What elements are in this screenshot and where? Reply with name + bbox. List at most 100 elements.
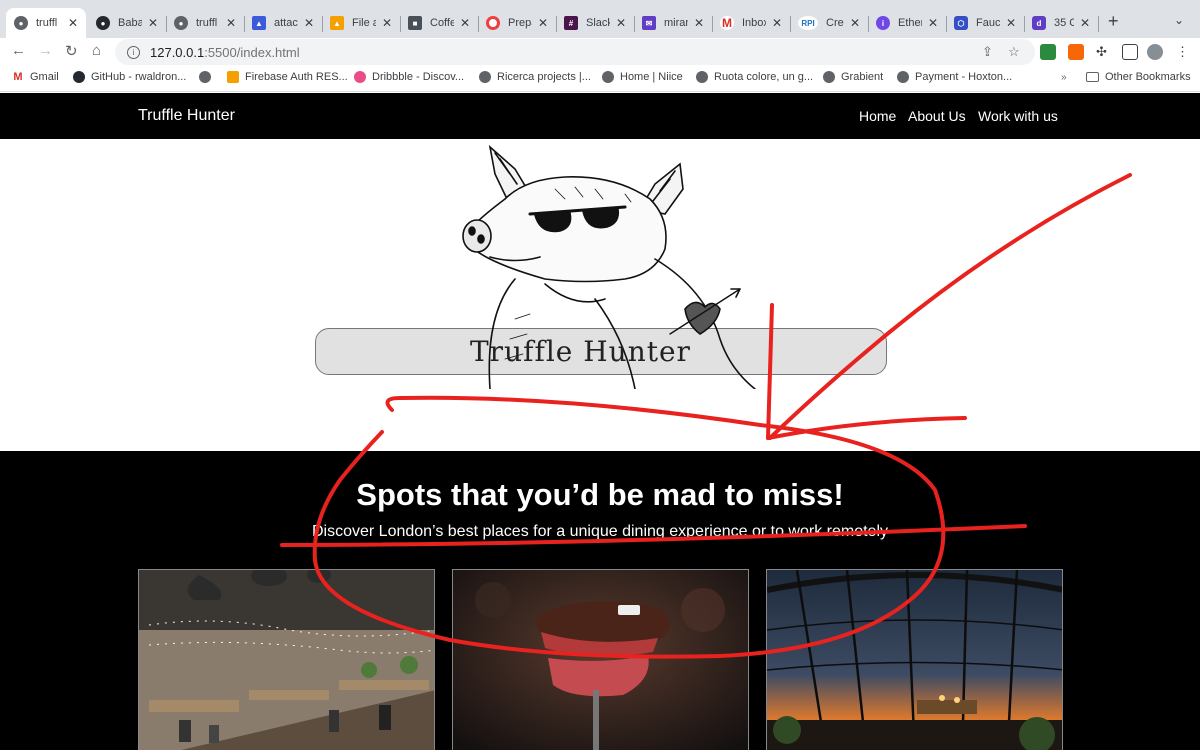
- new-tab-button[interactable]: +: [1108, 11, 1119, 32]
- close-icon[interactable]: ✕: [68, 16, 78, 30]
- tab-title: Baba: [118, 17, 142, 29]
- share-icon[interactable]: ⇪: [982, 44, 993, 60]
- logo-section: Truffle Hunter: [0, 139, 1200, 451]
- close-icon[interactable]: ✕: [694, 16, 704, 30]
- more-vert-icon[interactable]: ⋮: [1176, 44, 1189, 60]
- close-icon[interactable]: ✕: [382, 16, 392, 30]
- dribbble-icon: [354, 71, 366, 83]
- nav-link-about[interactable]: About Us: [908, 108, 966, 124]
- bookmark-item[interactable]: Firebase Auth RES...: [227, 71, 348, 83]
- browser-tab-strip: ● truffl ✕ ● Baba ✕ ● truffl ✕ ▲ attac ✕…: [0, 0, 1200, 38]
- place-card-skygarden[interactable]: [766, 569, 1063, 750]
- puzzle-icon[interactable]: ✣: [1096, 44, 1107, 60]
- gmail-icon: M: [720, 16, 734, 30]
- bookmark-item[interactable]: Grabient: [823, 71, 883, 83]
- github-icon: [73, 71, 85, 83]
- globe-icon: [602, 71, 614, 83]
- atlassian-icon: ▲: [252, 16, 266, 30]
- sky-garden-photo: [767, 570, 1062, 750]
- url-host: 127.0.0.1: [150, 44, 205, 60]
- place-card-restaurant[interactable]: [452, 569, 749, 750]
- hero-subtitle: Discover London’s best places for a uniq…: [311, 523, 889, 540]
- browser-tab-2[interactable]: ● truffl ✕: [166, 8, 244, 38]
- logo-text: Truffle Hunter: [470, 335, 691, 368]
- sidebar-icon[interactable]: [1122, 44, 1138, 60]
- api-icon: RPI: [798, 16, 818, 30]
- browser-tab-1[interactable]: ● Baba ✕: [88, 8, 166, 38]
- forward-button[interactable]: →: [38, 42, 53, 59]
- browser-tab-11[interactable]: i Ether ✕: [868, 8, 946, 38]
- globe-icon: [199, 71, 211, 83]
- bookmark-label: Ricerca projects |...: [497, 71, 591, 83]
- nav-link-work[interactable]: Work with us: [978, 108, 1058, 124]
- folder-icon: [1086, 72, 1099, 82]
- browser-tab-0[interactable]: ● truffl ✕: [6, 8, 86, 38]
- other-bookmarks[interactable]: Other Bookmarks: [1086, 71, 1191, 83]
- bookmark-label: Firebase Auth RES...: [245, 71, 348, 83]
- close-icon[interactable]: ✕: [1080, 16, 1090, 30]
- close-icon[interactable]: ✕: [538, 16, 548, 30]
- back-button[interactable]: ←: [11, 42, 26, 59]
- tab-title: truffl: [36, 17, 58, 29]
- place-card-coworking[interactable]: [138, 569, 435, 750]
- browser-tab-5[interactable]: ■ Coffe ✕: [400, 8, 478, 38]
- close-icon[interactable]: ✕: [850, 16, 860, 30]
- bookmark-item[interactable]: Payment - Hoxton...: [897, 71, 1012, 83]
- avatar[interactable]: [1147, 44, 1163, 60]
- bookmark-item[interactable]: M Gmail: [12, 71, 59, 83]
- firebase-icon: [227, 71, 239, 83]
- browser-tab-4[interactable]: ▲ File a ✕: [322, 8, 400, 38]
- info-icon[interactable]: i: [127, 45, 140, 59]
- nav-link-home[interactable]: Home: [859, 108, 896, 124]
- ethereum-icon: i: [876, 16, 890, 30]
- close-icon[interactable]: ✕: [226, 16, 236, 30]
- address-bar[interactable]: i 127.0.0.1:5500/index.html: [115, 39, 1035, 65]
- bookmark-item[interactable]: [199, 71, 217, 83]
- reload-button[interactable]: ↻: [65, 42, 78, 60]
- tree-extension-icon[interactable]: [1040, 44, 1056, 60]
- tab-title: truffl: [196, 17, 218, 29]
- browser-tab-3[interactable]: ▲ attac ✕: [244, 8, 322, 38]
- globe-icon: [897, 71, 909, 83]
- bookmark-item[interactable]: Ricerca projects |...: [479, 71, 591, 83]
- hexagon-icon: ⬡: [954, 16, 968, 30]
- bookmark-item[interactable]: Ruota colore, un g...: [696, 71, 813, 83]
- close-icon[interactable]: ✕: [460, 16, 470, 30]
- close-icon[interactable]: ✕: [928, 16, 938, 30]
- close-icon[interactable]: ✕: [304, 16, 314, 30]
- metamask-icon[interactable]: [1068, 44, 1084, 60]
- d-icon: d: [1032, 16, 1046, 30]
- bookmark-item[interactable]: GitHub - rwaldron...: [73, 71, 186, 83]
- site-brand[interactable]: Truffle Hunter: [138, 107, 235, 125]
- close-icon[interactable]: ✕: [148, 16, 158, 30]
- close-icon[interactable]: ✕: [616, 16, 626, 30]
- bookmark-label: Dribbble - Discov...: [372, 71, 465, 83]
- bookmark-label: Ruota colore, un g...: [714, 71, 814, 83]
- browser-tab-12[interactable]: ⬡ Fauc ✕: [946, 8, 1024, 38]
- browser-tab-13[interactable]: d 35 C ✕: [1024, 8, 1098, 38]
- bookmark-label: Gmail: [30, 71, 59, 83]
- bookmark-label: Grabient: [841, 71, 884, 83]
- home-button[interactable]: ⌂: [92, 42, 101, 59]
- bookmarks-overflow-button[interactable]: »: [1061, 72, 1067, 83]
- browser-tab-10[interactable]: RPI Cred ✕: [790, 8, 868, 38]
- star-icon[interactable]: ☆: [1008, 44, 1020, 60]
- chevron-down-icon[interactable]: ⌄: [1174, 13, 1184, 27]
- site-navbar: Truffle Hunter Home About Us Work with u…: [0, 93, 1200, 139]
- slack-icon: #: [564, 16, 578, 30]
- browser-tab-8[interactable]: ✉ miran ✕: [634, 8, 712, 38]
- bookmark-item[interactable]: Home | Niice: [602, 71, 683, 83]
- browser-toolbar: ← → ↻ ⌂ i 127.0.0.1:5500/index.html ⇪ ☆ …: [0, 38, 1200, 67]
- coffee-icon: ■: [408, 16, 422, 30]
- hero-title: Spots that you’d be mad to miss!: [356, 477, 844, 512]
- tab-title: File a: [352, 17, 376, 29]
- steak-photo: [453, 570, 748, 750]
- tab-title: Prepa: [508, 17, 532, 29]
- browser-tab-6[interactable]: Prepa ✕: [478, 8, 556, 38]
- bookmark-item[interactable]: Dribbble - Discov...: [354, 71, 464, 83]
- hero-section: Spots that you’d be mad to miss! Discove…: [0, 451, 1200, 750]
- browser-tab-9[interactable]: M Inbox ✕: [712, 8, 790, 38]
- close-icon[interactable]: ✕: [772, 16, 782, 30]
- browser-tab-7[interactable]: # Slack ✕: [556, 8, 634, 38]
- close-icon[interactable]: ✕: [1006, 16, 1016, 30]
